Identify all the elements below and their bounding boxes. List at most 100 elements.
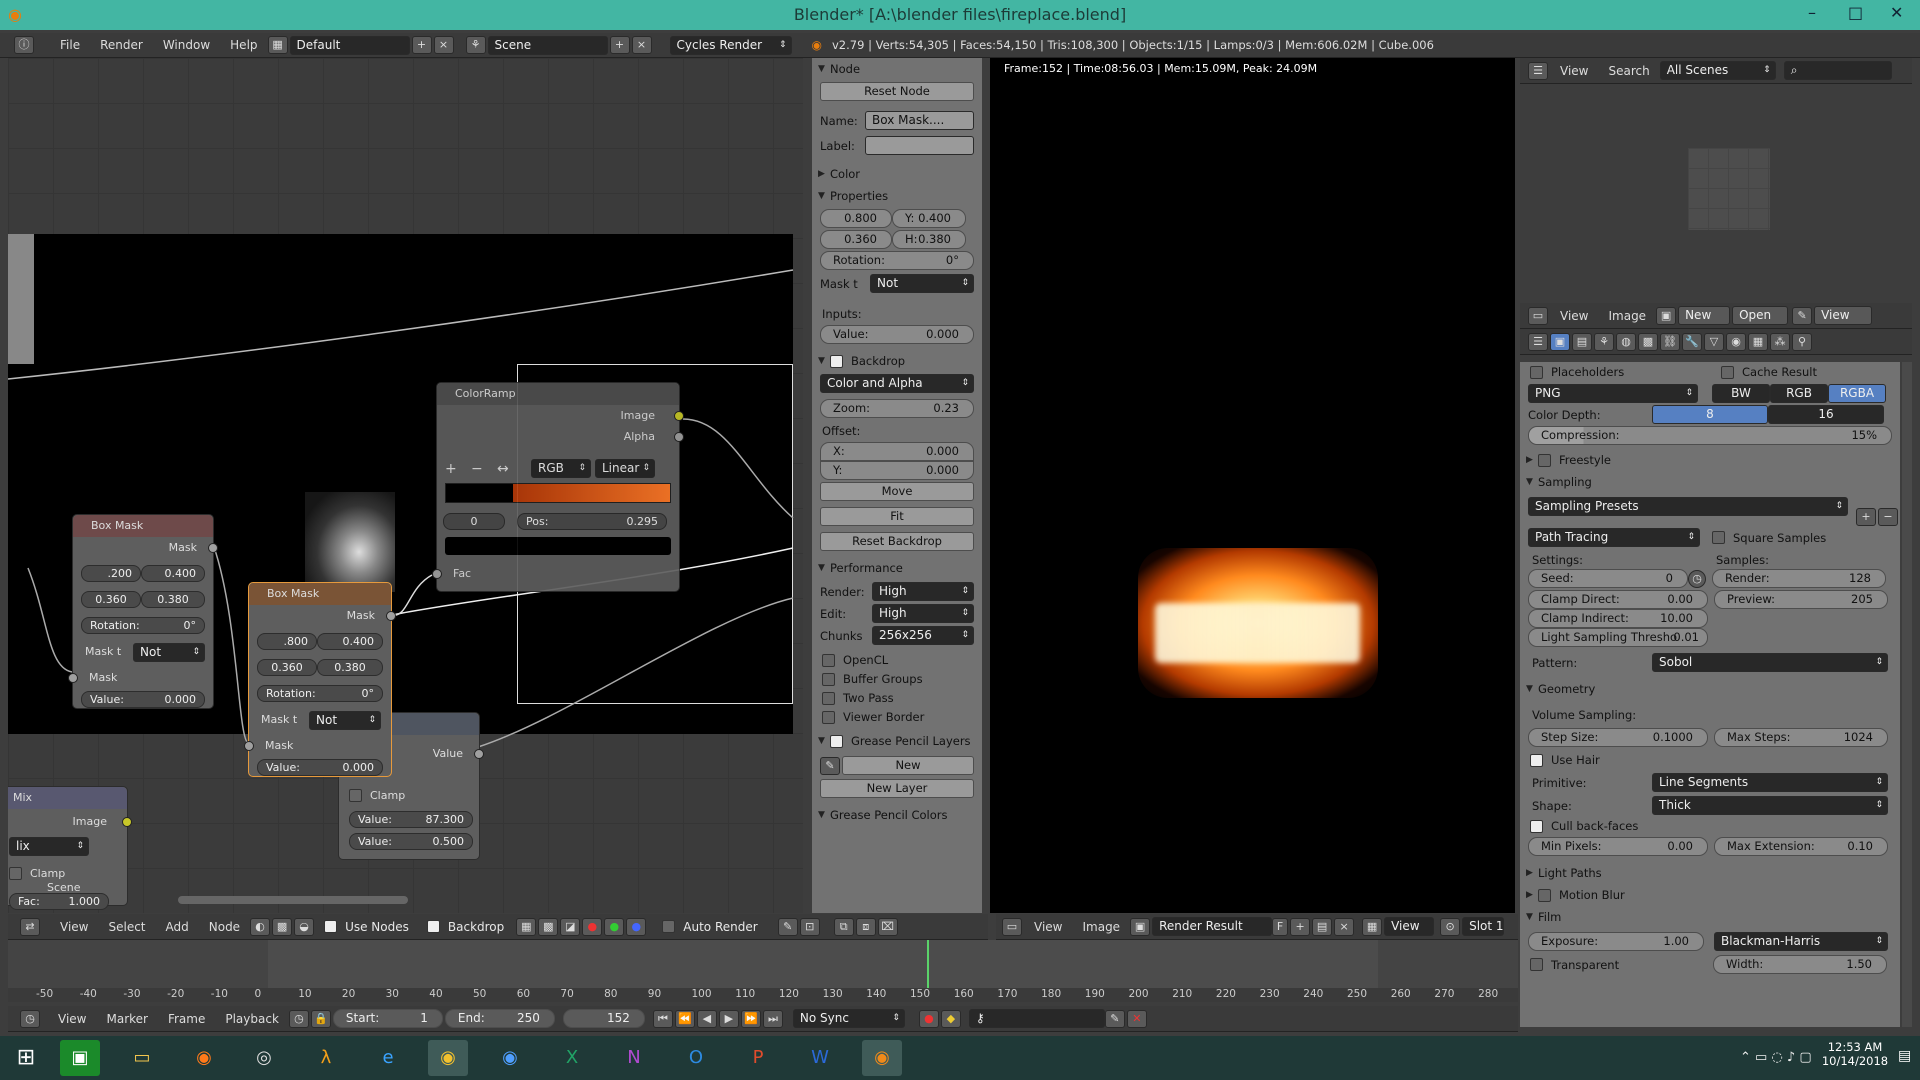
remove-stop-button[interactable]: − [471,461,497,477]
sync-mode-select[interactable]: No Sync ⇕ [792,1009,905,1028]
close-button[interactable]: ✕ [1890,3,1903,22]
current-frame-field[interactable]: 152 [562,1009,645,1028]
add-stop-button[interactable]: + [445,461,471,477]
keying-set-select[interactable]: ⚷ [968,1009,1105,1028]
fake-user-toggle[interactable]: F [1272,917,1289,936]
two-pass-checkbox[interactable] [822,691,835,705]
properties-scrollbar[interactable] [1902,362,1912,1027]
menu-window[interactable]: Window [153,38,220,52]
depth-8-button[interactable]: 8 [1652,405,1768,424]
grease-layers-section-header[interactable]: Grease Pencil Layers [812,730,982,752]
flip-ramp-button[interactable]: ↔ [497,461,523,477]
box-mask-1-in-socket[interactable] [68,673,78,683]
max-steps-field[interactable]: Max Steps: 1024 [1714,728,1888,747]
properties-section-header[interactable]: Properties [812,185,982,207]
add-scene-icon[interactable]: + [609,36,630,54]
ramp-interpolation[interactable]: Linear ⇕ [595,459,655,478]
store-app-icon[interactable]: ▣ [60,1040,100,1076]
new-layer-button[interactable]: New Layer [820,779,974,798]
exposure-field[interactable]: Exposure: 1.00 [1528,932,1704,951]
prop-rotation-field[interactable]: Rotation: 0° [820,251,974,270]
prop-w-field[interactable]: 0.360 [820,230,892,249]
channel-rgba-icon[interactable]: ▦ [516,917,537,936]
minimize-button[interactable]: – [1808,3,1816,22]
box-mask-1-out-socket[interactable] [208,543,218,553]
pivot-icon[interactable]: ⊙ [1440,917,1461,936]
chrome-icon[interactable]: ◉ [428,1040,468,1076]
scene-icon[interactable]: ⚘ [465,36,486,54]
world-tab-icon[interactable]: ◍ [1616,332,1636,351]
node-name-field[interactable]: Box Mask.... [865,111,974,130]
timeline-menu-view[interactable]: View [48,1012,96,1026]
physics-tab-icon[interactable]: ⚲ [1792,332,1812,351]
mix-clamp-checkbox[interactable] [9,867,22,880]
channel-blue-icon[interactable]: ● [626,917,647,936]
preview-range-icon[interactable]: ◷ [288,1009,309,1028]
fit-button[interactable]: Fit [820,507,974,526]
box-mask-1-y[interactable]: 0.400 [141,565,205,582]
prop-mask-type-select[interactable]: Not ⇕ [870,274,974,293]
editor-type-icon[interactable]: ⓘ [14,36,34,54]
mix-image-socket[interactable] [122,817,132,827]
timeline-ruler[interactable]: -50 -40 -30 -20 -10 0 10 20 30 40 50 60 70 80 90 100 110… [8,988,1518,1002]
rgb-button[interactable]: RGB [1770,384,1828,403]
notifications-icon[interactable]: ▤ [1898,1048,1911,1064]
box-mask-node-2[interactable]: Box Mask Mask .800 0.400 0.360 0.380 Rot… [244,582,396,777]
image-preview-area[interactable] [1520,84,1912,306]
timeline-area[interactable]: -50 -40 -30 -20 -10 0 10 20 30 40 50 60 70 80 90 100 110… [8,940,1518,1002]
layout-icon[interactable]: ▦ [267,36,288,54]
image-menu-image[interactable]: Image [1598,309,1656,323]
channel-alpha-icon[interactable]: ◪ [560,917,581,936]
node-menu-view[interactable]: View [50,920,98,934]
pencil-icon[interactable]: ✎ [820,756,840,775]
box-mask-1-x[interactable]: .200 [81,565,141,582]
reset-backdrop-button[interactable]: Reset Backdrop [820,532,974,551]
remove-scene-icon[interactable]: × [631,36,652,54]
render-menu-image[interactable]: Image [1072,920,1130,934]
offset-x-field[interactable]: X: 0.000 [820,442,974,461]
prop-h-field[interactable]: H: 0.380 [892,230,966,249]
render-layers-tab-icon[interactable]: ▤ [1572,332,1592,351]
grease-new-button[interactable]: New [842,756,974,775]
pixel-filter-select[interactable]: Blackman-Harris ⇕ [1714,932,1888,951]
filter-width-field[interactable]: Width: 1.50 [1713,955,1887,974]
outliner-search-input[interactable]: ⌕ [1783,61,1892,80]
menu-file[interactable]: File [50,38,90,52]
outlook-icon[interactable]: O [676,1040,716,1076]
move-button[interactable]: Move [820,482,974,501]
properties-type-icon[interactable]: ☰ [1528,332,1548,351]
layout-select[interactable]: Default [289,35,410,55]
timeline-menu-playback[interactable]: Playback [215,1012,289,1026]
tray-icons[interactable]: ⌃ ▭ ◌ ♪ ▢ [1740,1050,1812,1065]
ramp-color-mode[interactable]: RGB ⇕ [531,459,591,478]
min-pixels-field[interactable]: Min Pixels: 0.00 [1528,837,1708,856]
sampling-section-header[interactable]: Sampling [1520,471,1900,493]
square-samples-checkbox[interactable] [1712,531,1725,544]
view-mode-icon[interactable]: ▦ [1362,917,1383,936]
offset-y-field[interactable]: Y: 0.000 [820,461,974,480]
colorramp-header[interactable]: ColorRamp [437,383,679,405]
motion-blur-checkbox[interactable] [1538,889,1551,902]
box-mask-2-rotation[interactable]: Rotation: 0° [257,685,383,702]
image-editor-type-icon[interactable]: ▭ [1002,917,1022,936]
auto-render-checkbox[interactable] [662,920,676,933]
cull-backfaces-checkbox[interactable] [1530,819,1543,833]
box-mask-2-mask-type[interactable]: Not ⇕ [309,711,381,730]
paste-icon[interactable]: ⧈ [855,917,876,936]
menu-render[interactable]: Render [90,38,153,52]
math-value-2[interactable]: Value: 0.500 [349,833,473,850]
copy-icon[interactable]: ⧉ [833,917,854,936]
image-menu-view[interactable]: View [1550,309,1598,323]
preview-samples-field[interactable]: Preview: 205 [1714,590,1888,609]
steam-icon[interactable]: ◎ [244,1040,284,1076]
light-threshold-field[interactable]: Light Sampling Thresho 0.01 [1528,628,1708,647]
object-tab-icon[interactable]: ▩ [1638,332,1658,351]
colorramp-image-socket[interactable] [674,411,684,421]
add-layout-icon[interactable]: + [411,36,432,54]
start-button-icon[interactable]: ⊞ [6,1040,46,1076]
onenote-icon[interactable]: N [614,1040,654,1076]
box-mask-2-y[interactable]: 0.400 [317,633,383,650]
box-mask-node-1[interactable]: Box Mask Mask .200 0.400 0.360 0.380 Rot… [68,514,218,709]
slot-select[interactable]: Slot 1 [1462,917,1505,936]
grease-colors-section-header[interactable]: Grease Pencil Colors [812,804,982,826]
